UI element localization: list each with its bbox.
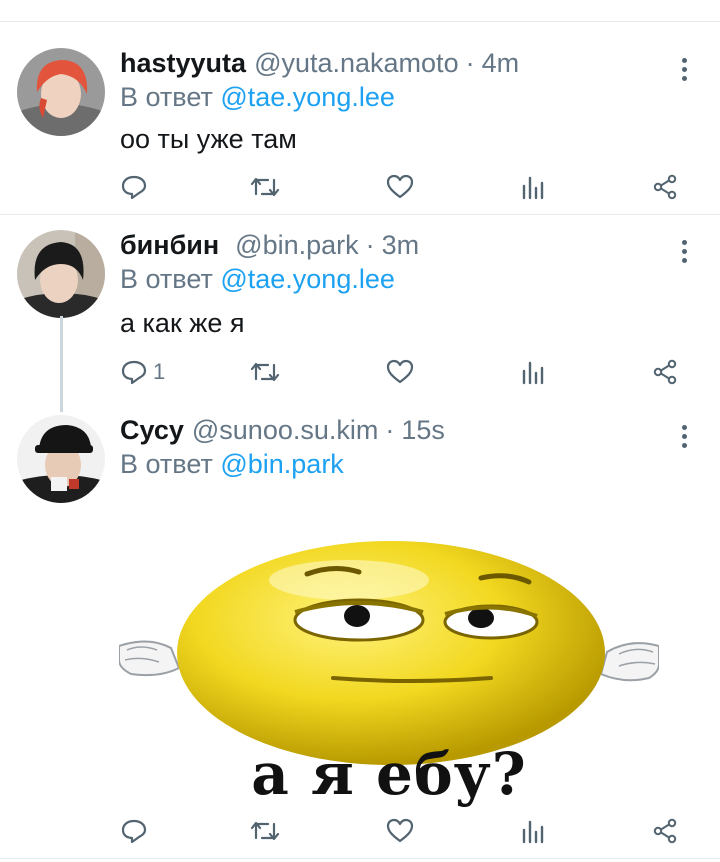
share-icon (653, 359, 677, 385)
retweet-icon (250, 177, 280, 197)
reply-mention[interactable]: @tae.yong.lee (220, 82, 395, 112)
reply-prefix: В ответ (120, 82, 213, 112)
avatar[interactable] (17, 48, 105, 136)
retweet-icon (250, 362, 280, 382)
more-icon[interactable] (676, 240, 692, 266)
tweet-header: hastyyuta @yuta.nakamoto · 4m (120, 48, 519, 80)
share-button[interactable] (652, 172, 678, 202)
separator: · (465, 48, 475, 78)
avatar[interactable] (17, 415, 105, 503)
action-bar (0, 172, 720, 202)
retweet-button[interactable] (250, 172, 280, 202)
share-icon (653, 818, 677, 844)
author-handle[interactable]: @sunoo.su.kim (192, 415, 378, 446)
meme-caption: а я ебу? (251, 740, 527, 808)
author-name[interactable]: hastyyuta (120, 48, 246, 79)
reply-button[interactable]: 1 (121, 357, 165, 387)
action-bar: 1 (0, 357, 720, 387)
top-divider (0, 21, 720, 22)
author-handle[interactable]: @bin.park (235, 230, 358, 261)
heart-icon (386, 359, 414, 384)
reply-icon (121, 175, 147, 200)
tweet-text: оо ты уже там (120, 124, 297, 154)
separator: · (385, 415, 395, 445)
timestamp[interactable]: 4m (482, 48, 520, 79)
tweet-header: Сусу @sunoo.su.kim · 15s (120, 415, 445, 447)
reply-count: 1 (153, 359, 166, 384)
like-button[interactable] (386, 172, 414, 202)
like-button[interactable] (386, 816, 414, 846)
author-name[interactable]: Сусу (120, 415, 184, 446)
reply-button[interactable] (121, 816, 153, 846)
reply-context: В ответ @tae.yong.lee (120, 264, 395, 295)
retweet-button[interactable] (250, 357, 280, 387)
share-button[interactable] (652, 357, 678, 387)
avatar[interactable] (17, 230, 105, 318)
reply-icon (121, 819, 147, 844)
separator: · (365, 230, 375, 260)
stats-button[interactable] (521, 172, 545, 202)
timestamp[interactable]: 3m (382, 230, 420, 261)
author-name[interactable]: бинбин (120, 230, 219, 261)
tweet-divider (0, 214, 720, 215)
share-icon (653, 174, 677, 200)
tweet-media-image[interactable]: а я ебу? (119, 528, 659, 815)
heart-icon (386, 174, 414, 199)
author-handle[interactable]: @yuta.nakamoto (254, 48, 459, 79)
stats-icon (522, 176, 544, 200)
more-icon[interactable] (676, 425, 692, 451)
tweet-text: а как же я (120, 308, 245, 338)
retweet-button[interactable] (250, 816, 280, 846)
tweet-divider (0, 858, 720, 859)
action-bar (0, 816, 720, 846)
reply-prefix: В ответ (120, 449, 213, 479)
tweet-header: бинбин @bin.park · 3m (120, 230, 419, 262)
stats-button[interactable] (521, 357, 545, 387)
reply-mention[interactable]: @tae.yong.lee (220, 264, 395, 294)
timestamp[interactable]: 15s (401, 415, 445, 446)
reply-icon (121, 360, 147, 385)
heart-icon (386, 818, 414, 843)
reply-context: В ответ @tae.yong.lee (120, 82, 395, 113)
like-button[interactable] (386, 357, 414, 387)
stats-icon (522, 361, 544, 385)
reply-prefix: В ответ (120, 264, 213, 294)
more-icon[interactable] (676, 58, 692, 84)
stats-button[interactable] (521, 816, 545, 846)
stats-icon (522, 820, 544, 844)
reply-button[interactable] (121, 172, 153, 202)
reply-mention[interactable]: @bin.park (220, 449, 343, 479)
retweet-icon (250, 821, 280, 841)
reply-context: В ответ @bin.park (120, 449, 344, 480)
share-button[interactable] (652, 816, 678, 846)
thread-connector (60, 316, 63, 412)
